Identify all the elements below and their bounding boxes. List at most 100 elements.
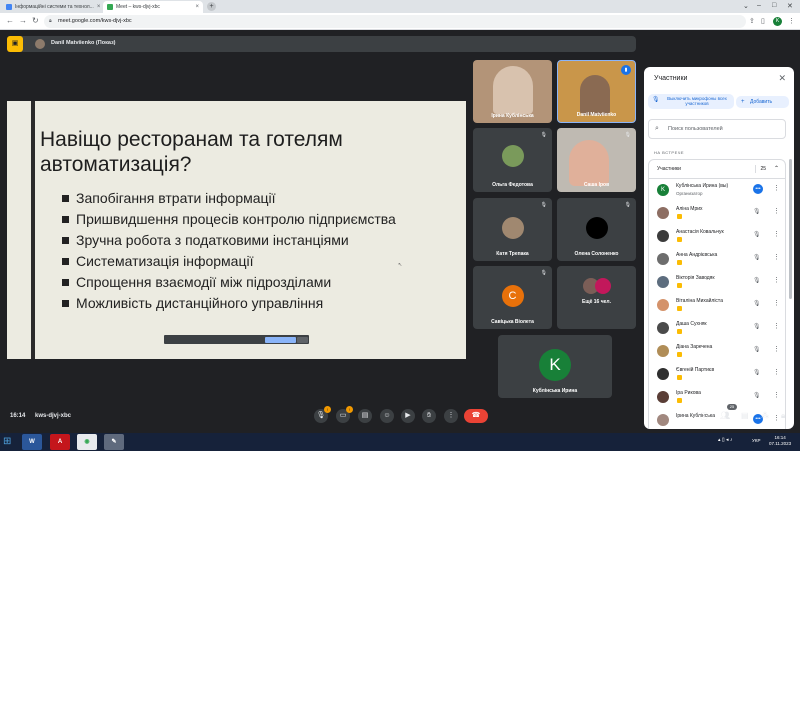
- more-options-icon[interactable]: ⋮: [773, 207, 780, 215]
- language-indicator[interactable]: УКР: [752, 438, 760, 443]
- reload-icon[interactable]: ↻: [32, 16, 39, 25]
- participant-tile[interactable]: 🎙︎ Саша Іров: [557, 128, 636, 192]
- more-options-icon[interactable]: ⋮: [773, 368, 780, 376]
- emoji-button[interactable]: ☺: [380, 409, 394, 423]
- participant-tile-name: Ірина Кублінська: [491, 113, 534, 119]
- presenter-avatar: [35, 39, 45, 49]
- close-icon[interactable]: ✕: [778, 73, 786, 84]
- mute-all-label: Выключить микрофоны всех участников: [667, 96, 727, 106]
- mic-off-icon[interactable]: 🎙︎: [753, 208, 761, 215]
- tab-close-icon[interactable]: ×: [97, 4, 101, 10]
- list-item[interactable]: Даша Сухняк 🎙︎ ⋮: [649, 317, 785, 340]
- meeting-code[interactable]: kws-djvj-xbc: [35, 413, 71, 419]
- host-controls-icon[interactable]: 🔒︎: [781, 411, 785, 421]
- captions-button[interactable]: ▤: [358, 409, 372, 423]
- raise-hand-button[interactable]: ✋︎: [422, 409, 436, 423]
- people-icon[interactable]: 👥︎: [720, 411, 730, 420]
- activities-icon[interactable]: ⁂: [761, 411, 769, 420]
- bullet-icon: [62, 195, 69, 202]
- leave-call-button[interactable]: ☎︎: [464, 409, 488, 423]
- self-view-tile[interactable]: K Кублінська Ирина: [498, 335, 612, 398]
- more-options-icon[interactable]: ⋮: [773, 322, 780, 330]
- participant-tile[interactable]: 🎙︎ Ольга Федотова: [473, 128, 552, 192]
- more-options-icon[interactable]: ⋮: [773, 345, 780, 353]
- tab-search-icon[interactable]: ⌄: [743, 2, 749, 10]
- more-options-button[interactable]: ⋮: [444, 409, 458, 423]
- chrome-app-icon[interactable]: ◉: [77, 434, 97, 450]
- more-options-icon[interactable]: ⋮: [773, 276, 780, 284]
- word-app-icon[interactable]: W: [22, 434, 42, 450]
- list-item[interactable]: Анна Андрієвська 🎙︎ ⋮: [649, 248, 785, 271]
- add-people-button[interactable]: + Добавить: [736, 96, 789, 108]
- paint-app-icon[interactable]: ✎: [104, 434, 124, 450]
- search-icon: ⌕: [655, 125, 659, 132]
- system-clock[interactable]: 16:14 07.11.2023: [769, 435, 791, 447]
- more-options-icon[interactable]: ⋮: [773, 391, 780, 399]
- back-icon[interactable]: ←: [6, 16, 14, 25]
- list-item[interactable]: Євгеній Партиєв 🎙︎ ⋮: [649, 363, 785, 386]
- participants-group-header[interactable]: Участники 25 ⌃: [648, 159, 786, 179]
- mute-all-button[interactable]: 🎙︎ Выключить микрофоны всех участников: [648, 94, 734, 109]
- microphone-button[interactable]: 🎙︎!: [314, 406, 331, 423]
- participant-tile-active-speaker[interactable]: ▮ Danil Matviienko: [557, 60, 636, 123]
- participant-tile[interactable]: С 🎙︎ Савіцька Віолета: [473, 266, 552, 329]
- participant-tile[interactable]: 🎙︎ Катя Трепака: [473, 198, 552, 261]
- present-screen-button[interactable]: ▶: [401, 409, 415, 423]
- participant-name: Вікторія Заводяк: [676, 275, 715, 281]
- more-options-icon[interactable]: ⋮: [773, 299, 780, 307]
- mic-off-icon: 🎙︎: [624, 202, 631, 208]
- mic-off-icon[interactable]: 🎙︎: [753, 346, 761, 353]
- more-participants-tile[interactable]: Ещё 16 чел.: [557, 266, 636, 329]
- list-item[interactable]: Діана Заречена 🎙︎ ⋮: [649, 340, 785, 363]
- list-item[interactable]: K Кублінська Ирина (вы) Организатор ••• …: [649, 179, 785, 202]
- address-bar[interactable]: 🔒︎ meet.google.com/kws-djvj-xbc: [44, 15, 746, 28]
- mic-off-icon[interactable]: 🎙︎: [753, 369, 761, 376]
- bullet-text: Пришвидшення процесів контролю підприємс…: [76, 211, 396, 227]
- presenter-badge-icon: [677, 329, 682, 334]
- mic-off-icon[interactable]: 🎙︎: [753, 254, 761, 261]
- participant-video: [580, 75, 610, 115]
- more-options-icon[interactable]: ⋮: [773, 253, 780, 261]
- mic-off-icon[interactable]: 🎙︎: [753, 323, 761, 330]
- new-tab-button[interactable]: +: [207, 2, 216, 11]
- participant-avatar: [501, 217, 524, 239]
- camera-button[interactable]: ▭!: [336, 406, 353, 423]
- info-icon[interactable]: ⓘ: [700, 411, 708, 422]
- sidebar-icon[interactable]: ▯: [761, 17, 765, 25]
- browser-tab-course[interactable]: Інформаційні системи та технол... ×: [2, 1, 101, 13]
- pdf-app-icon[interactable]: A: [50, 434, 70, 450]
- list-item[interactable]: Вікторія Заводяк 🎙︎ ⋮: [649, 271, 785, 294]
- participant-list: K Кублінська Ирина (вы) Организатор ••• …: [648, 179, 786, 429]
- participant-tile[interactable]: Ірина Кублінська: [473, 60, 552, 123]
- list-item[interactable]: Віталіна Михайлістa 🎙︎ ⋮: [649, 294, 785, 317]
- chat-icon[interactable]: ▤: [741, 411, 749, 420]
- more-options-icon[interactable]: ⋮: [773, 230, 780, 238]
- chevron-up-icon[interactable]: ⌃: [774, 160, 779, 178]
- notice-primary-button[interactable]: [265, 336, 296, 343]
- tray-icons[interactable]: ▴ ▯ ◂ ♪: [718, 437, 732, 443]
- mic-off-icon[interactable]: 🎙︎: [753, 392, 761, 399]
- participant-tile[interactable]: 🎙︎ Олена Солоненко: [557, 198, 636, 261]
- share-icon[interactable]: ⇪: [749, 17, 755, 25]
- mic-off-icon[interactable]: 🎙︎: [753, 231, 761, 238]
- maximize-icon[interactable]: □: [772, 2, 776, 9]
- section-label: НА ВСТРЕЧЕ: [654, 150, 685, 155]
- notice-secondary-button[interactable]: [297, 336, 308, 343]
- close-window-icon[interactable]: ✕: [787, 2, 793, 10]
- mic-off-icon[interactable]: 🎙︎: [753, 300, 761, 307]
- participant-tile-name: Саша Іров: [583, 182, 610, 188]
- list-item[interactable]: Аліна Мрих 🎙︎ ⋮: [649, 202, 785, 225]
- tab-close-icon[interactable]: ×: [195, 4, 199, 10]
- search-input[interactable]: ⌕ Поиск пользователей: [648, 119, 786, 139]
- profile-avatar[interactable]: K: [773, 17, 782, 26]
- list-item[interactable]: Анастасія Ковальчук 🎙︎ ⋮: [649, 225, 785, 248]
- windows-start-icon[interactable]: ⊞: [3, 436, 11, 448]
- forward-icon[interactable]: →: [19, 16, 27, 25]
- browser-tab-meet[interactable]: Meet – kws-djvj-xbc ×: [103, 1, 203, 13]
- mic-off-icon[interactable]: 🎙︎: [753, 277, 761, 284]
- minimize-icon[interactable]: –: [757, 2, 761, 9]
- more-options-icon[interactable]: ⋮: [773, 184, 780, 192]
- menu-icon[interactable]: ⋮: [788, 17, 795, 25]
- screen: Інформаційні системи та технол... × Meet…: [0, 0, 800, 451]
- scrollbar[interactable]: [789, 159, 792, 299]
